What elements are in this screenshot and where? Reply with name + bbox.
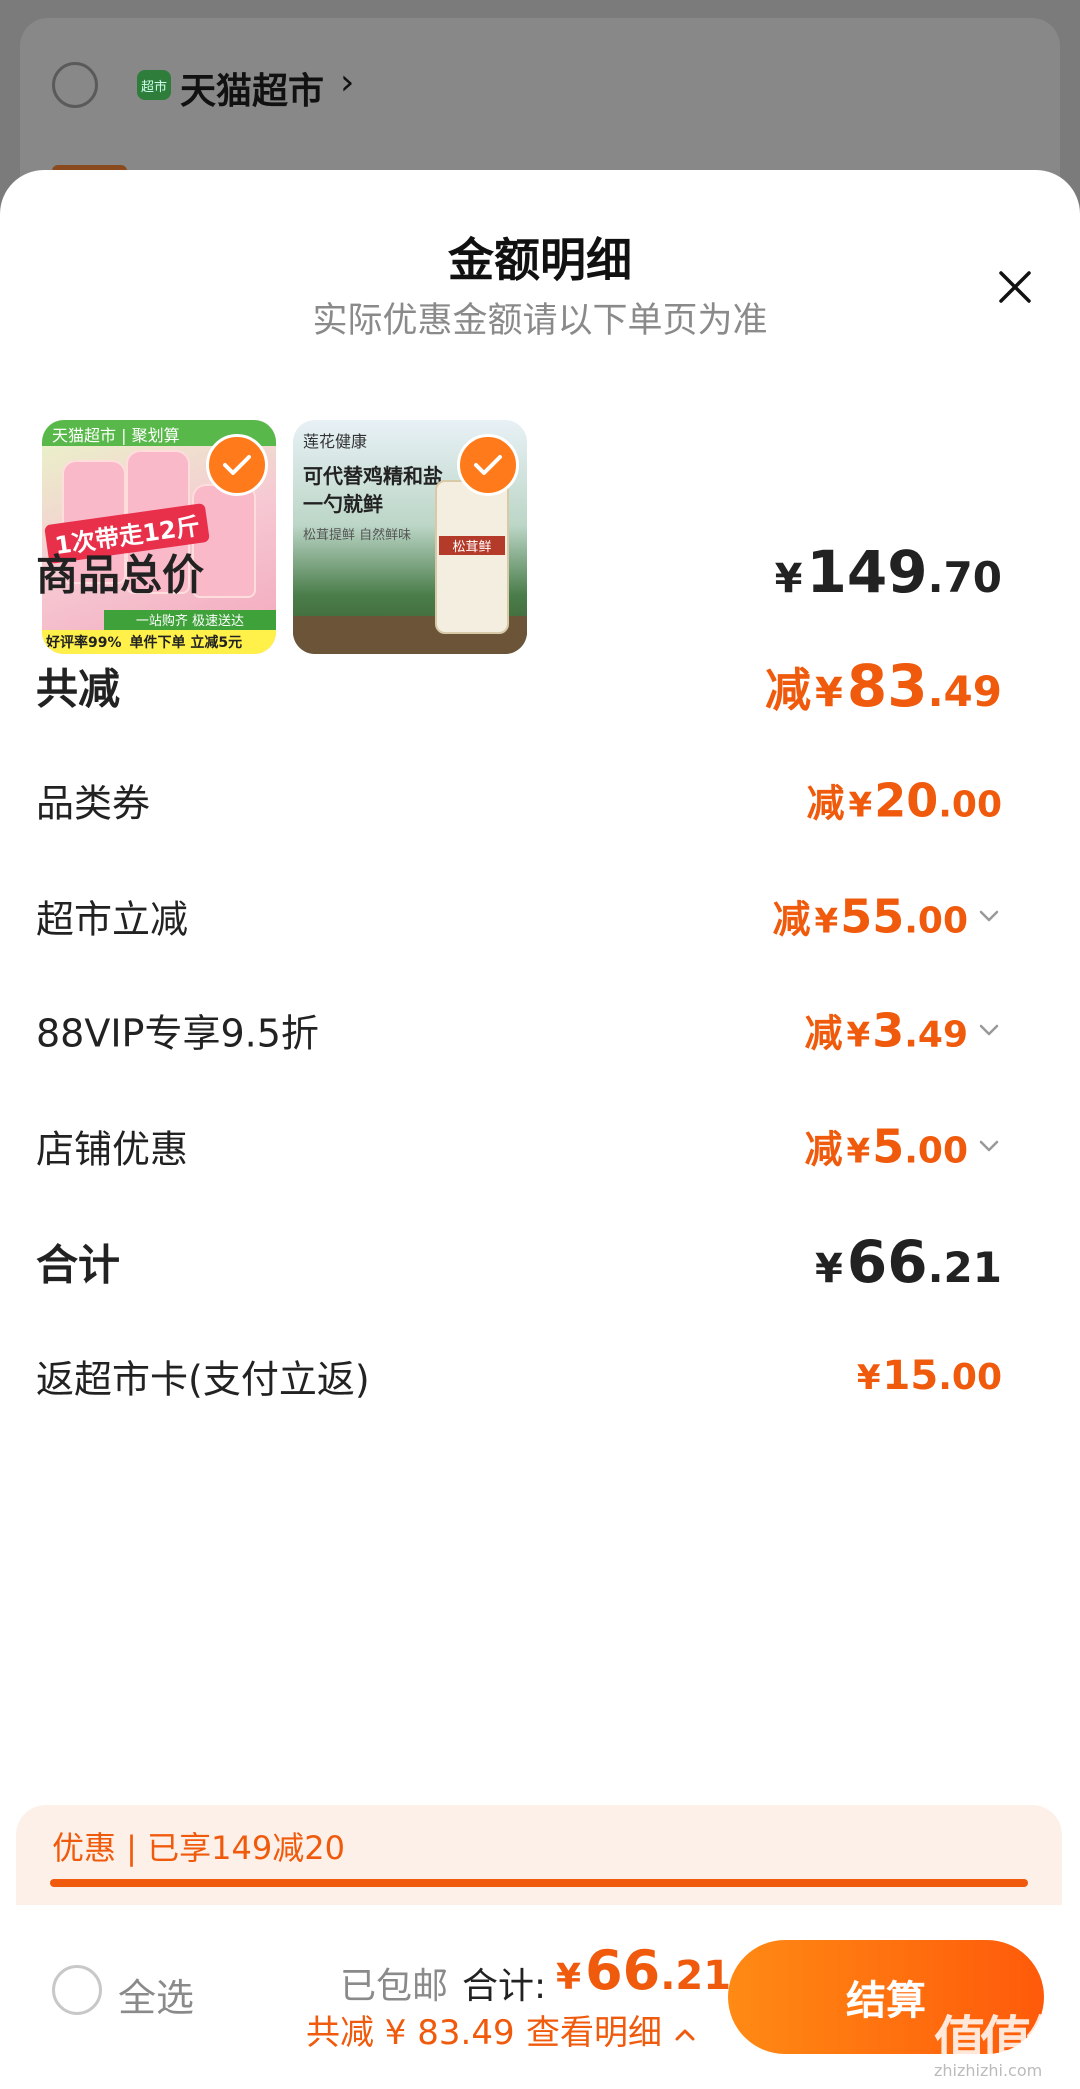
select-all-radio[interactable]	[52, 1965, 102, 2015]
chevron-down-icon[interactable]	[976, 1133, 1002, 1159]
subtotal-value: ¥66.21	[815, 1228, 1002, 1296]
row-category-coupon: 品类券 减 ¥20.00	[36, 770, 1002, 830]
promo-progress-bar	[50, 1879, 1028, 1887]
chevron-down-icon[interactable]	[976, 903, 1002, 929]
sheet-subtitle: 实际优惠金额请以下单页为准	[312, 301, 768, 341]
brand-label: 莲花健康	[303, 432, 368, 451]
store-select-radio	[52, 62, 98, 108]
select-all-label[interactable]: 全选	[118, 1967, 194, 2022]
goods-total-value: ¥149.70	[774, 538, 1002, 606]
amount-detail-sheet: 金额明细 实际优惠金额请以下单页为准 天猫超市 | 聚划算 1次带走12斤 一站…	[0, 170, 1080, 2089]
row-label: 合计	[36, 1240, 121, 1290]
row-label: 88VIP专享9.5折	[36, 1011, 319, 1056]
selected-check-icon	[206, 434, 268, 496]
discount-value: 减 ¥55.00	[772, 889, 968, 944]
product-tagline: 可代替鸡精和盐	[303, 464, 443, 488]
row-label: 品类券	[36, 781, 151, 826]
store-chevron-right-icon: ›	[340, 62, 355, 103]
discount-value: 减 ¥20.00	[806, 773, 1002, 828]
row-cashback: 返超市卡(支付立返) ¥15.00	[36, 1346, 1002, 1406]
product-thumbnail-seasoning[interactable]: 莲花健康 可代替鸡精和盐 一勺就鲜 松茸提鲜 自然鲜味 松茸鲜	[293, 420, 527, 654]
promo-strip: 一站购齐 极速送达	[104, 610, 276, 630]
close-button[interactable]	[990, 262, 1040, 312]
promo-text: 优惠 | 已享149减20	[52, 1829, 345, 1867]
row-label: 超市立减	[36, 897, 189, 942]
promo-banner[interactable]: 优惠 | 已享149减20	[16, 1805, 1062, 1915]
cashback-value: ¥15.00	[856, 1353, 1002, 1399]
row-total-discount: 共减 减 ¥83.49	[36, 652, 1002, 720]
saved-amount: 共减 ¥ 83.49	[306, 2013, 515, 2053]
close-icon	[999, 271, 1031, 303]
product-subtagline: 松茸提鲜 自然鲜味	[303, 528, 412, 543]
checkout-bar: 全选 已包邮 合计: ¥66.21 共减 ¥ 83.49 查看明细 结算 值值值…	[0, 1905, 1080, 2089]
product-thumbnail-detergent[interactable]: 天猫超市 | 聚划算 1次带走12斤 一站购齐 极速送达 好评率99% 单件下单 …	[42, 420, 276, 654]
row-label: 共减	[36, 664, 121, 714]
chevron-down-icon[interactable]	[976, 1017, 1002, 1043]
promo-footer: 好评率99% 单件下单 立减5元	[42, 630, 276, 654]
row-label: 店铺优惠	[36, 1127, 189, 1172]
row-store-discount[interactable]: 店铺优惠 减 ¥5.00	[36, 1116, 1002, 1176]
discount-value: 减 ¥3.49	[804, 1003, 968, 1058]
watermark-url: zhizhizhi.com	[934, 2061, 1043, 2080]
row-label: 返超市卡(支付立返)	[36, 1357, 370, 1402]
selected-check-icon	[457, 434, 519, 496]
row-88vip-discount[interactable]: 88VIP专享9.5折 减 ¥3.49	[36, 1000, 1002, 1060]
shipping-status: 已包邮	[340, 1966, 449, 2007]
product-tagline: 一勺就鲜	[303, 492, 383, 516]
sheet-title: 金额明细	[448, 233, 632, 287]
chevron-up-icon	[675, 2029, 695, 2040]
total-value: ¥66.21	[556, 1939, 732, 2002]
total-discount-value: 减 ¥83.49	[765, 652, 1002, 720]
view-detail-link[interactable]: 查看明细	[526, 2005, 697, 2054]
row-label: 商品总价	[36, 550, 205, 600]
row-supermarket-discount[interactable]: 超市立减 减 ¥55.00	[36, 886, 1002, 946]
row-subtotal: 合计 ¥66.21	[36, 1228, 1002, 1296]
supermarket-store-icon: 超市	[137, 70, 171, 100]
row-goods-total: 商品总价 ¥149.70	[36, 538, 1002, 606]
discount-value: 减 ¥5.00	[804, 1119, 968, 1174]
total-label: 合计:	[462, 1966, 547, 2007]
store-name: 天猫超市	[180, 71, 325, 112]
